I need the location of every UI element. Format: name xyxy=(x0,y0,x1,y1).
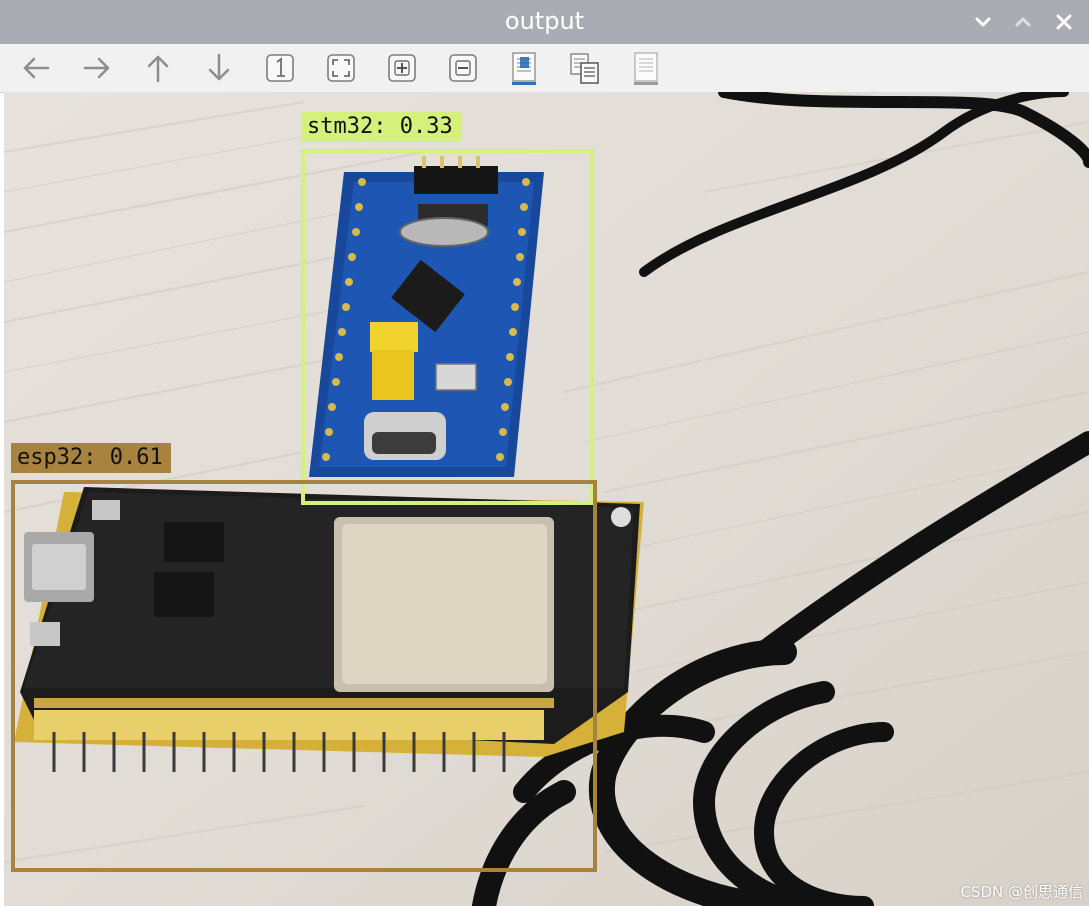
esp32-detection-label: esp32: 0.61 xyxy=(11,443,171,473)
maximize-icon[interactable] xyxy=(1011,10,1035,34)
save-icon[interactable] xyxy=(506,50,542,86)
zoom-1-icon[interactable] xyxy=(262,50,298,86)
title-bar: output xyxy=(0,0,1089,44)
stm32-detection-label: stm32: 0.33 xyxy=(301,112,461,142)
arrow-down-icon[interactable] xyxy=(201,50,237,86)
copy-icon[interactable] xyxy=(567,50,603,86)
camera-image xyxy=(4,92,1089,906)
fit-window-icon[interactable] xyxy=(323,50,359,86)
toolbar xyxy=(0,44,1089,93)
watermark: CSDN @创思通信 xyxy=(960,883,1083,901)
stm32-board xyxy=(309,156,544,477)
document-icon[interactable] xyxy=(628,50,664,86)
zoom-plus-icon[interactable] xyxy=(384,50,420,86)
arrow-left-icon[interactable] xyxy=(18,50,54,86)
image-view[interactable]: stm32: 0.33 esp32: 0.61 CSDN @创思通信 xyxy=(4,92,1089,906)
arrow-up-icon[interactable] xyxy=(140,50,176,86)
arrow-right-icon[interactable] xyxy=(79,50,115,86)
zoom-minus-icon[interactable] xyxy=(445,50,481,86)
close-icon[interactable] xyxy=(1052,10,1076,34)
esp32-board xyxy=(14,487,644,772)
window-title: output xyxy=(504,7,585,35)
minimize-icon[interactable] xyxy=(971,10,995,34)
